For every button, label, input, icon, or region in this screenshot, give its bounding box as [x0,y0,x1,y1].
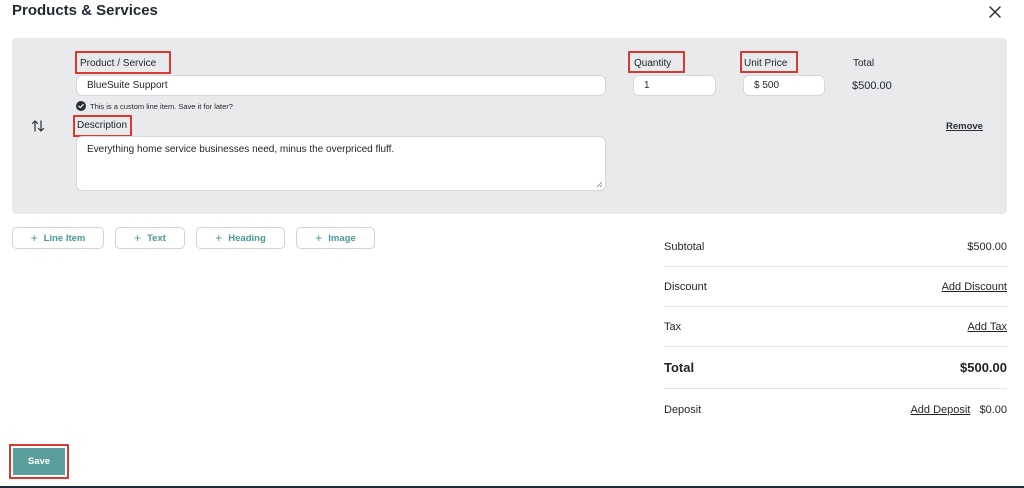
page-title: Products & Services [12,2,158,19]
reorder-arrows-icon[interactable] [30,118,46,134]
summary-total-value: $500.00 [960,360,1007,375]
discount-label: Discount [664,281,707,293]
add-deposit-link[interactable]: Add Deposit [910,404,970,416]
reorder-handle[interactable] [30,118,46,134]
tax-label: Tax [664,321,682,333]
remove-link[interactable]: Remove [946,121,983,132]
custom-item-note[interactable]: This is a custom line item. Save it for … [76,101,233,111]
add-line-item-label: Line Item [43,232,86,244]
add-tax-link[interactable]: Add Tax [967,321,1007,333]
close-icon[interactable] [986,3,1004,21]
summary-divider [664,346,1007,347]
plus-icon: + [215,231,223,245]
line-total-value: $500.00 [852,80,892,92]
description-text: Everything home service businesses need,… [87,144,395,155]
checkmark-icon [76,101,86,111]
product-service-input[interactable]: BlueSuite Support [76,75,606,96]
quantity-input[interactable]: 1 [633,75,716,96]
unit-price-label: Unit Price [744,58,788,69]
summary-divider [664,388,1007,389]
unit-price-input[interactable]: $ 500 [743,75,825,96]
plus-icon: + [30,231,38,245]
deposit-value: $0.00 [979,404,1007,416]
save-button-highlight: Save [9,444,69,479]
add-heading-button[interactable]: + Heading [196,227,285,249]
deposit-value-group: Add Deposit $0.00 [910,404,1007,416]
save-button[interactable]: Save [13,448,65,475]
description-label: Description [77,120,128,131]
total-label: Total [853,58,875,69]
quantity-label: Quantity [634,58,672,69]
product-service-label: Product / Service [80,58,157,69]
plus-icon: + [315,231,323,245]
add-image-label: Image [328,232,356,244]
custom-item-note-text: This is a custom line item. Save it for … [90,101,233,111]
add-text-label: Text [147,232,166,244]
description-textarea[interactable]: Everything home service businesses need,… [76,136,606,191]
add-heading-label: Heading [228,232,266,244]
summary-total-label: Total [664,360,695,375]
add-image-button[interactable]: + Image [296,227,375,249]
add-discount-link[interactable]: Add Discount [942,281,1007,293]
deposit-label: Deposit [664,404,702,416]
add-text-button[interactable]: + Text [115,227,185,249]
summary-divider [664,306,1007,307]
subtotal-value: $500.00 [967,241,1007,253]
resize-grip-icon[interactable] [595,180,603,188]
summary-divider [664,266,1007,267]
subtotal-label: Subtotal [664,241,705,253]
close-button[interactable] [986,3,1004,21]
plus-icon: + [134,231,142,245]
add-line-item-button[interactable]: + Line Item [12,227,104,249]
